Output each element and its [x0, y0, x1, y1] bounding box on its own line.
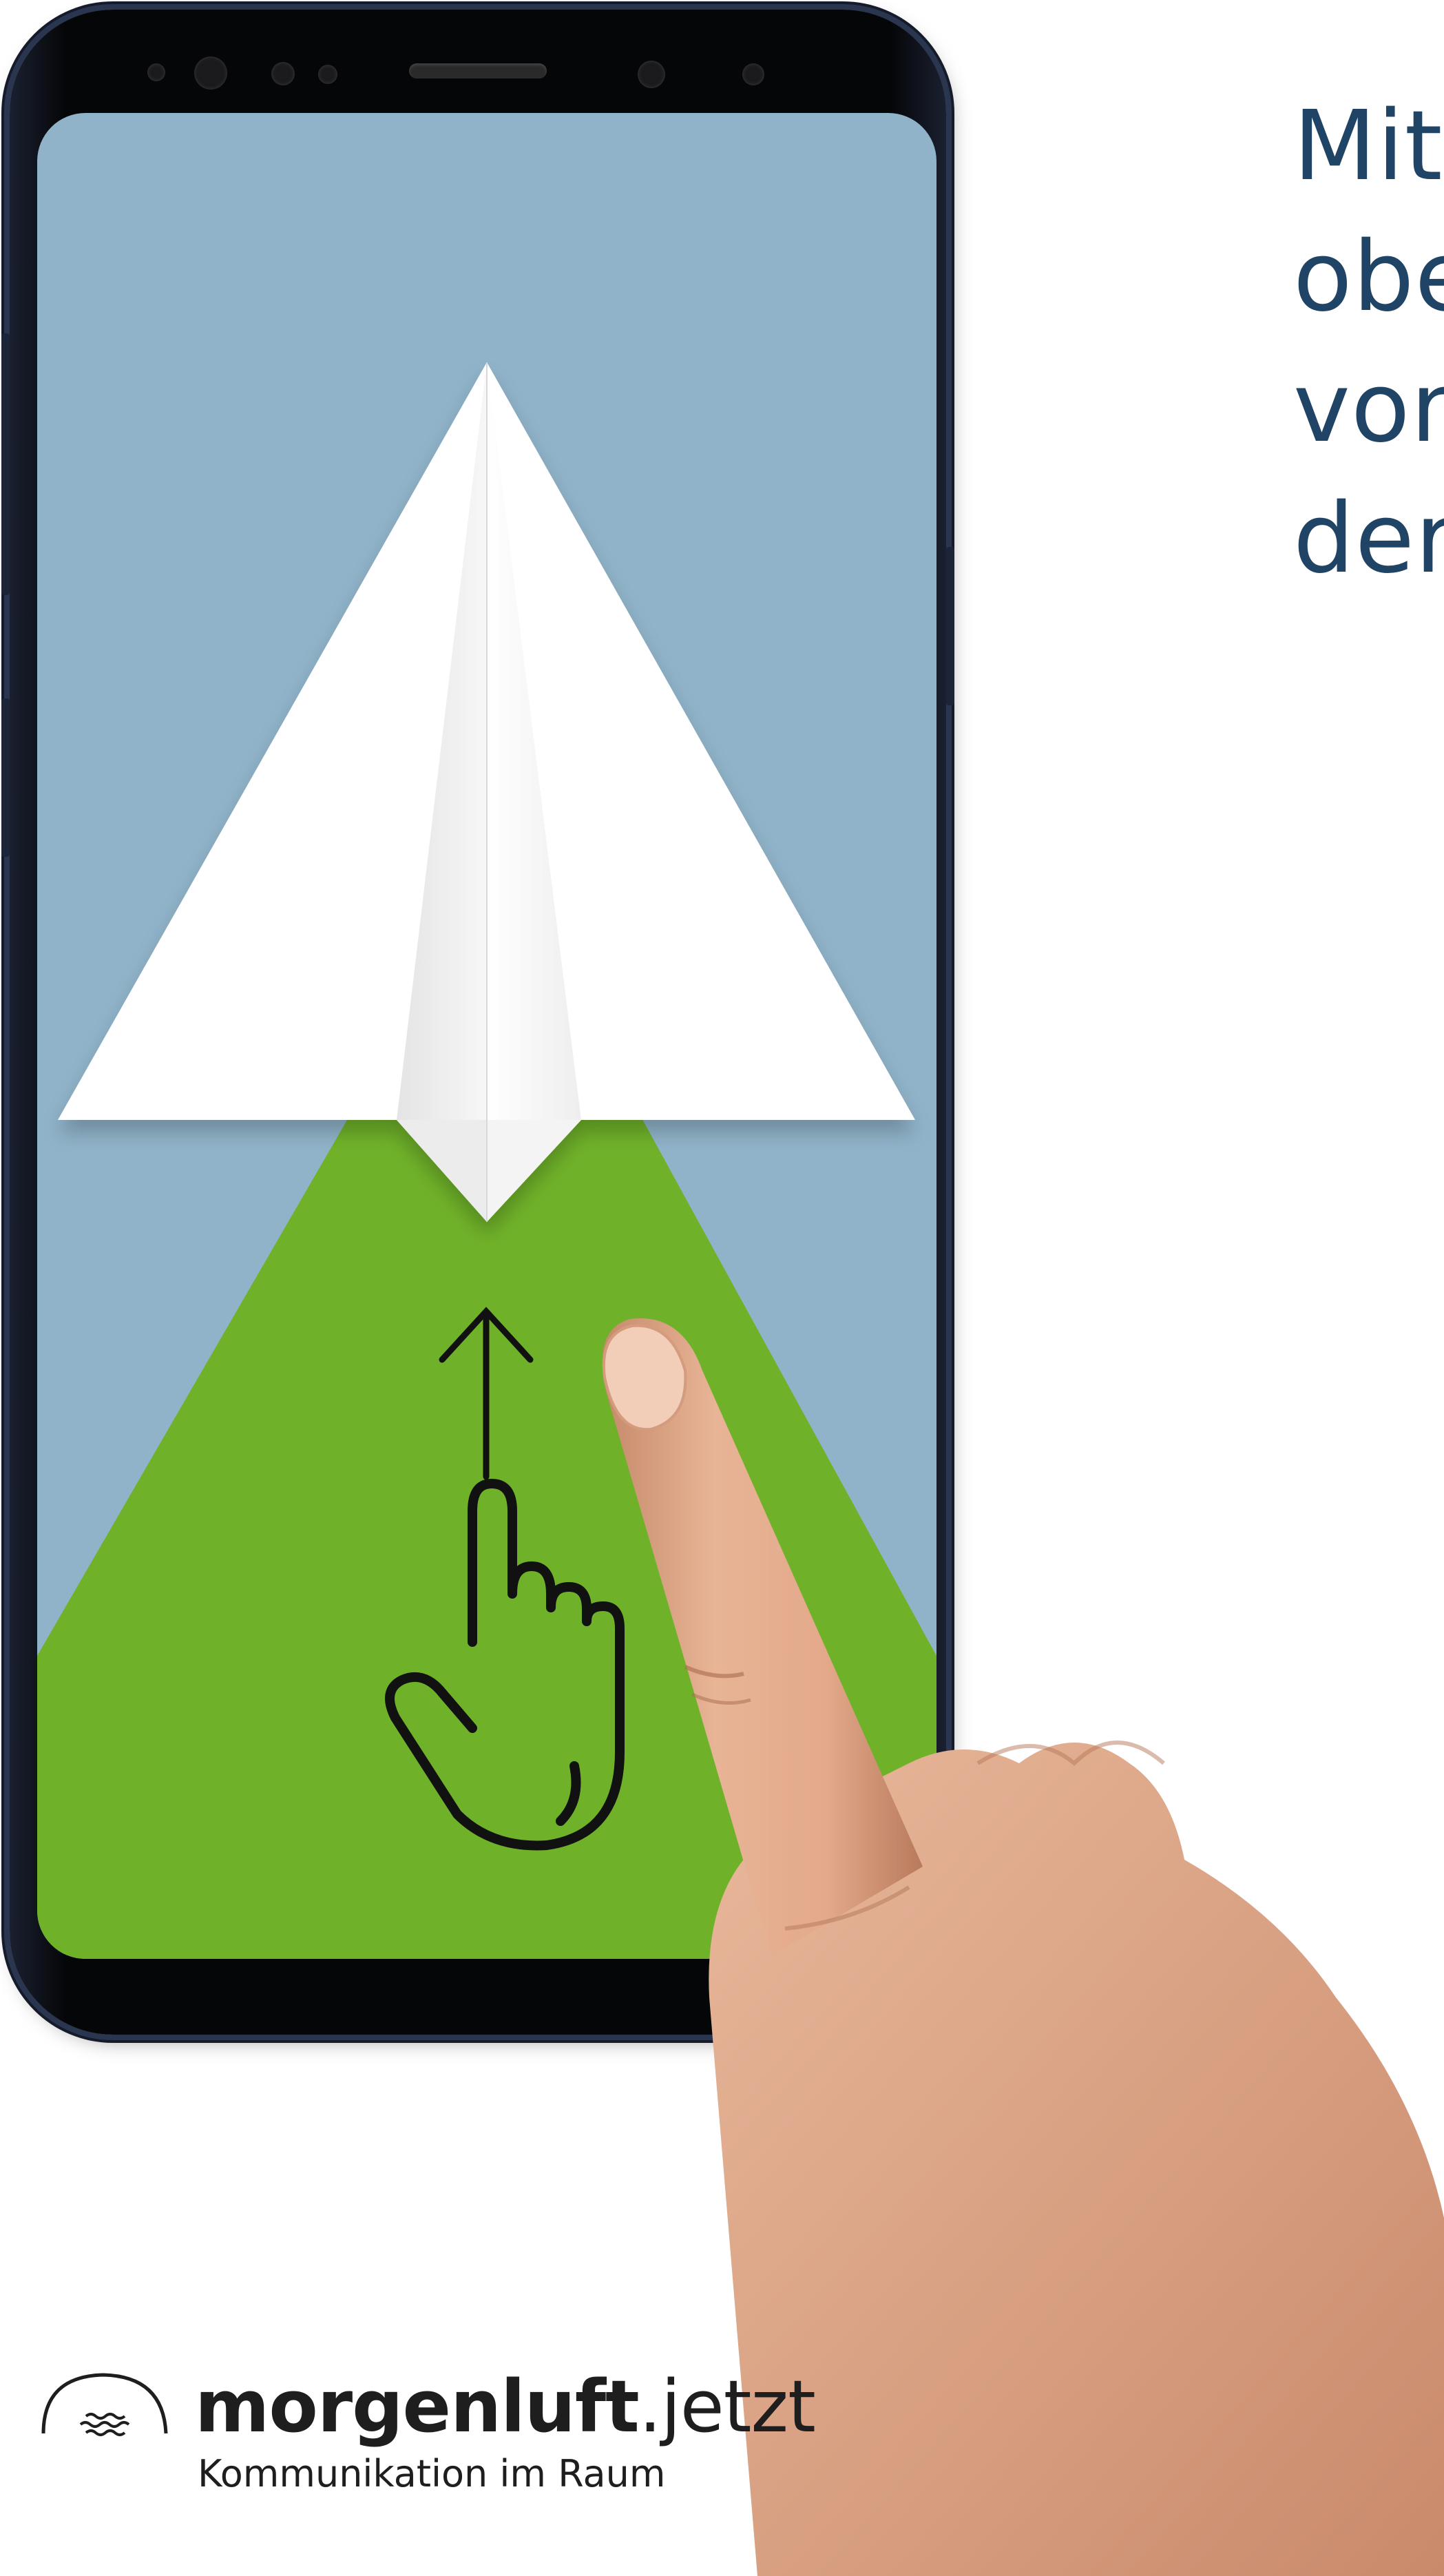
- headline-line: der: [1293, 483, 1444, 595]
- logo-tagline: Kommunikation im Raum: [198, 2452, 666, 2495]
- finger-hand-image: [602, 1318, 1444, 2576]
- logo-name-bold: morgenluft: [195, 2365, 640, 2449]
- headline-line: obe: [1293, 221, 1444, 333]
- headline-line: von: [1293, 352, 1444, 464]
- logo-mark-icon: [41, 2373, 168, 2436]
- headline-line: Mit: [1293, 90, 1443, 202]
- logo-name-light: .jetzt: [638, 2365, 816, 2449]
- logo-wordmark: morgenluft.jetzt: [195, 2365, 816, 2449]
- company-logo: morgenluft.jetzt Kommunikation im Raum: [38, 2365, 816, 2513]
- headline-text: Mit obe von der: [1293, 81, 1444, 605]
